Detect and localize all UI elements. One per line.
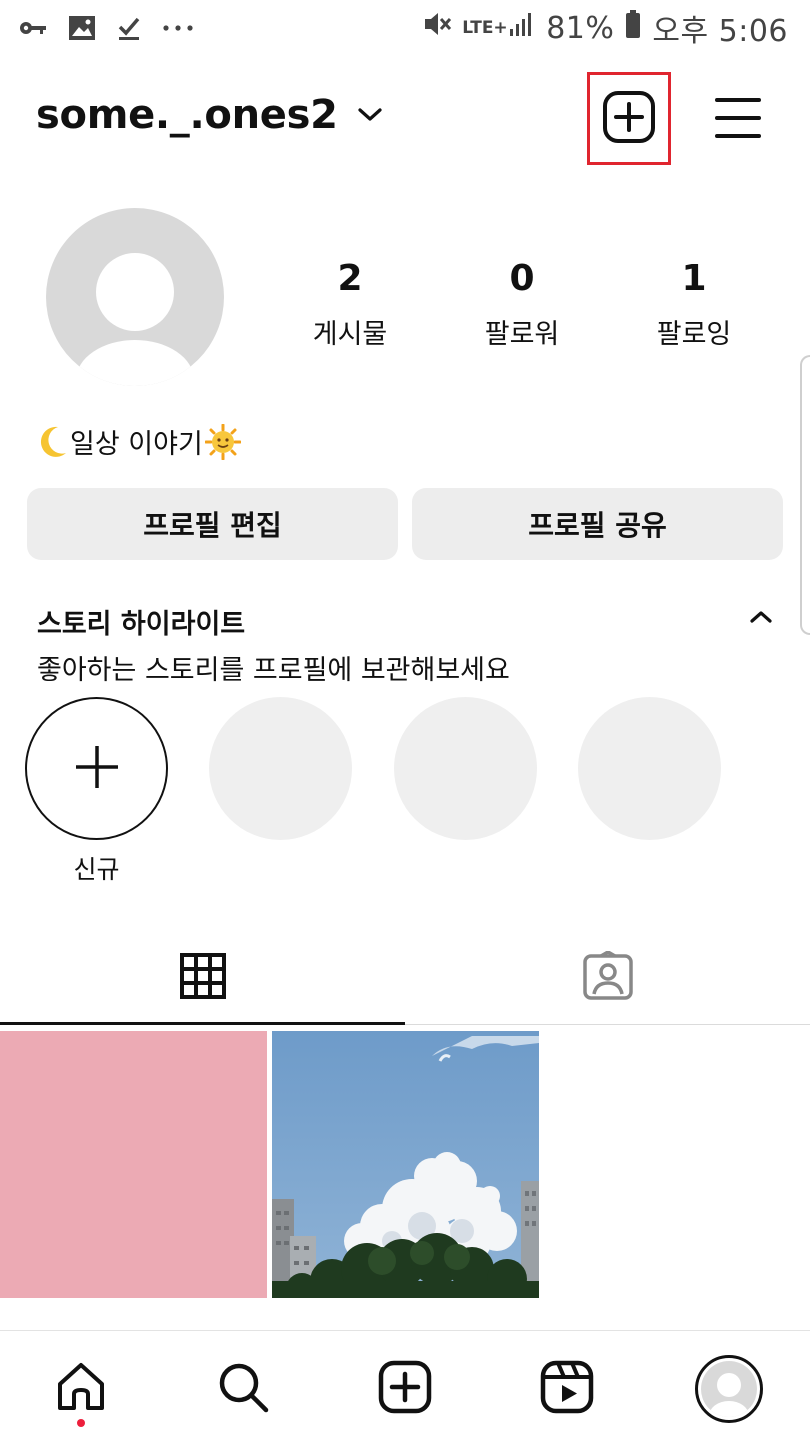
key-icon: [18, 18, 48, 38]
search-icon: [216, 1360, 270, 1418]
mute-icon: [422, 10, 452, 46]
side-scroll-handle[interactable]: [800, 355, 810, 635]
stat-followers-label: 팔로워: [484, 319, 560, 350]
bottom-navigation: [0, 1330, 810, 1440]
highlight-placeholder: [209, 697, 352, 840]
profile-header: some._.ones2: [0, 70, 810, 170]
nav-profile[interactable]: [689, 1349, 769, 1429]
tagged-person-icon: [582, 950, 634, 1005]
download-done-icon: [116, 15, 142, 41]
stat-following[interactable]: 1 팔로잉: [624, 258, 764, 351]
post-thumbnail[interactable]: [272, 1031, 539, 1298]
stat-posts[interactable]: 2 게시물: [280, 258, 420, 351]
clock: 오후 5:06: [652, 14, 788, 49]
tab-posts-grid[interactable]: [0, 930, 405, 1026]
stat-following-count: 1: [681, 258, 707, 299]
highlight-placeholder: [394, 697, 537, 840]
chevron-up-icon[interactable]: [748, 608, 774, 630]
crescent-moon-icon: [38, 425, 68, 459]
stat-posts-label: 게시물: [312, 319, 388, 350]
highlights-subtitle: 좋아하는 스토리를 프로필에 보관해보세요: [37, 655, 510, 686]
stat-followers[interactable]: 0 팔로워: [452, 258, 592, 351]
grid-icon: [179, 953, 226, 1003]
reels-icon: [540, 1360, 594, 1418]
network-label: LTE+: [462, 18, 508, 38]
sun-face-icon: [204, 423, 242, 460]
new-highlight-button[interactable]: [25, 697, 168, 840]
nav-search[interactable]: [203, 1349, 283, 1429]
stat-posts-count: 2: [337, 258, 363, 299]
battery-icon: [624, 9, 642, 47]
chevron-down-icon[interactable]: [356, 106, 384, 128]
plus-square-icon: [602, 90, 656, 148]
bio-text: 일상 이야기: [70, 429, 203, 460]
stat-following-label: 팔로잉: [656, 319, 732, 350]
nav-reels[interactable]: [527, 1349, 607, 1429]
hamburger-menu-icon[interactable]: [712, 96, 764, 140]
create-new-button[interactable]: [587, 72, 671, 165]
tab-tagged[interactable]: [405, 930, 810, 1026]
nav-create[interactable]: [365, 1349, 445, 1429]
battery-percent: 81%: [546, 10, 615, 46]
image-icon: [68, 15, 96, 41]
profile-avatar[interactable]: [46, 208, 224, 386]
username-switcher[interactable]: some._.ones2: [36, 92, 338, 138]
plus-icon: [73, 743, 121, 795]
new-highlight-label: 신규: [73, 855, 120, 884]
status-bar: LTE+ 81% 오후 5:06: [0, 0, 810, 56]
active-tab-indicator: [0, 1022, 405, 1025]
more-dots-icon: [162, 23, 194, 33]
share-profile-button[interactable]: 프로필 공유: [412, 488, 783, 560]
highlight-placeholder: [578, 697, 721, 840]
post-thumbnail[interactable]: [0, 1031, 267, 1298]
signal-icon: [508, 10, 536, 46]
create-icon: [378, 1360, 432, 1418]
tab-divider: [405, 1024, 810, 1025]
profile-avatar-icon: [695, 1355, 763, 1423]
notification-dot: [77, 1419, 85, 1427]
profile-bio: 일상 이야기: [38, 422, 242, 461]
nav-home[interactable]: [41, 1349, 121, 1429]
home-icon: [54, 1360, 108, 1418]
highlights-title: 스토리 하이라이트: [37, 609, 246, 640]
stat-followers-count: 0: [509, 258, 535, 299]
edit-profile-button[interactable]: 프로필 편집: [27, 488, 398, 560]
